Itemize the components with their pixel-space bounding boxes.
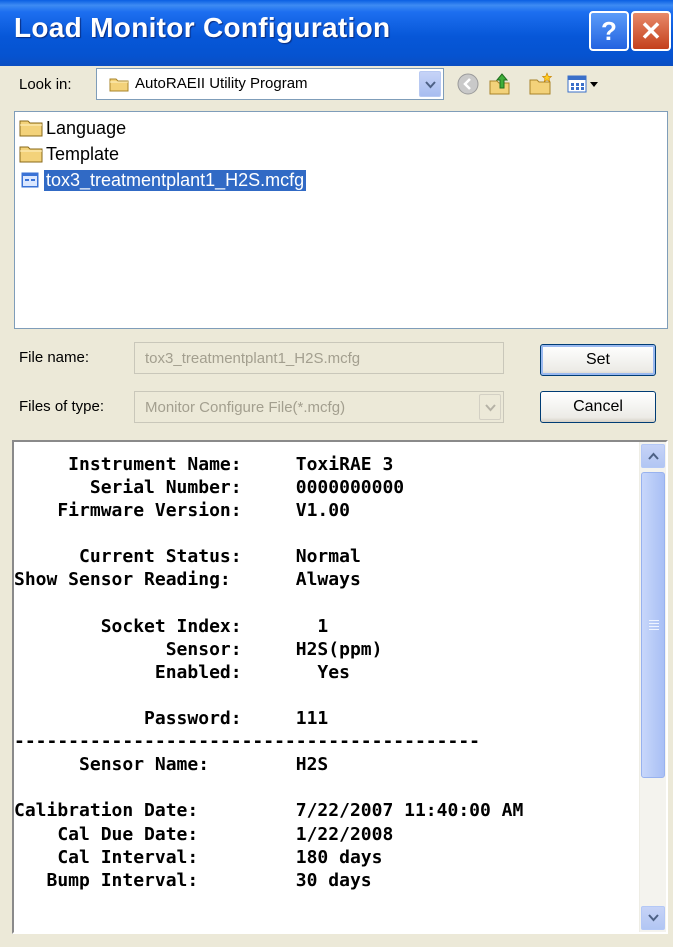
list-item-language[interactable]: Language xyxy=(19,116,126,140)
window-title: Load Monitor Configuration xyxy=(14,12,391,43)
folder-icon xyxy=(109,78,129,92)
cancel-button[interactable]: Cancel xyxy=(540,391,656,423)
help-icon: ? xyxy=(601,15,617,46)
files-of-type-label: Files of type: xyxy=(19,398,105,415)
look-in-dropdown[interactable]: AutoRAEII Utility Program xyxy=(96,68,444,100)
up-folder-icon[interactable] xyxy=(487,71,513,97)
close-button[interactable]: ✕ xyxy=(631,11,671,51)
file-list[interactable]: Language Template tox3_treatmentplant1_H… xyxy=(14,111,668,329)
view-menu-icon[interactable] xyxy=(566,71,600,97)
file-name: tox3_treatmentplant1_H2S.mcfg xyxy=(42,168,308,192)
folder-icon xyxy=(19,120,43,137)
files-of-type-value: Monitor Configure File(*.mcfg) xyxy=(145,399,346,416)
grip-line xyxy=(649,623,659,624)
grip-line xyxy=(649,626,659,627)
look-in-label: Look in: xyxy=(19,76,72,93)
folder-icon xyxy=(19,146,43,163)
chevron-down-icon xyxy=(648,914,659,922)
grip-line xyxy=(649,620,659,621)
file-name-label: File name: xyxy=(19,349,90,366)
look-in-value: AutoRAEII Utility Program xyxy=(135,75,308,92)
files-of-type-dropdown-arrow[interactable] xyxy=(479,394,501,420)
config-file-icon xyxy=(20,171,40,189)
set-button[interactable]: Set xyxy=(540,344,656,376)
file-name-field[interactable]: tox3_treatmentplant1_H2S.mcfg xyxy=(134,342,504,374)
chevron-down-icon xyxy=(485,404,496,412)
files-of-type-dropdown[interactable]: Monitor Configure File(*.mcfg) xyxy=(134,391,504,423)
configuration-preview-text: Instrument Name: ToxiRAE 3 Serial Number… xyxy=(14,454,524,891)
close-icon: ✕ xyxy=(640,15,662,46)
new-folder-icon[interactable] xyxy=(527,71,553,97)
chevron-up-icon xyxy=(648,452,659,460)
file-name: Language xyxy=(46,117,127,138)
scroll-up-button[interactable] xyxy=(641,444,665,468)
configuration-preview[interactable]: Instrument Name: ToxiRAE 3 Serial Number… xyxy=(12,440,668,934)
scroll-down-button[interactable] xyxy=(641,906,665,930)
chevron-down-icon xyxy=(425,81,436,89)
grip-line xyxy=(649,629,659,630)
scroll-thumb[interactable] xyxy=(641,472,665,778)
help-button[interactable]: ? xyxy=(589,11,629,51)
list-item-template[interactable]: Template xyxy=(19,142,119,166)
look-in-dropdown-arrow[interactable] xyxy=(419,71,441,97)
file-name: Template xyxy=(46,143,120,164)
load-monitor-configuration-dialog: Load Monitor Configuration ? ✕ Look in: … xyxy=(0,0,673,947)
vertical-scrollbar[interactable] xyxy=(639,442,666,932)
title-bar[interactable]: Load Monitor Configuration ? ✕ xyxy=(0,0,673,66)
list-item-mcfg-file[interactable]: tox3_treatmentplant1_H2S.mcfg xyxy=(19,168,308,192)
back-icon[interactable] xyxy=(455,71,481,97)
